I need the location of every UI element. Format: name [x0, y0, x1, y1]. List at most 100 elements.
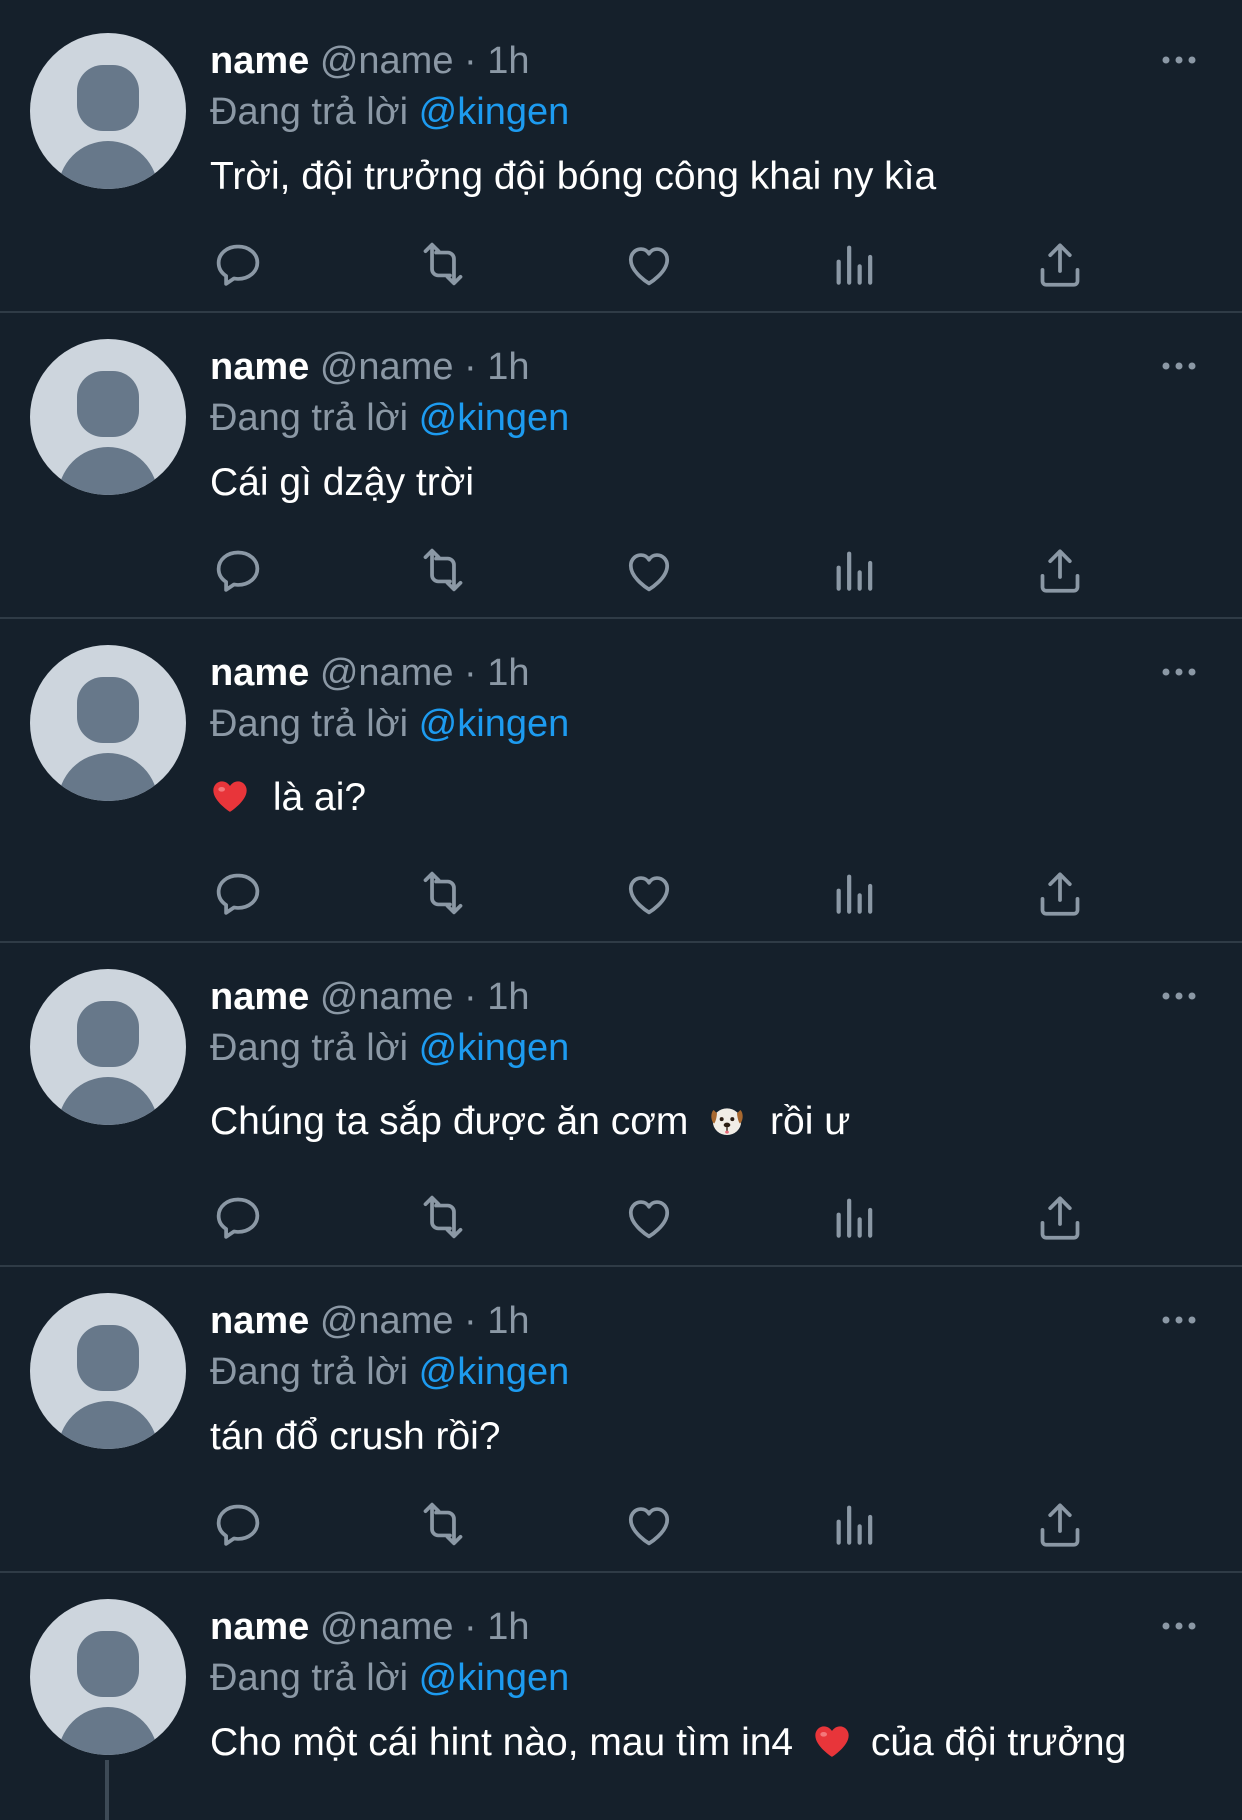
views-button[interactable]: [827, 865, 883, 921]
avatar[interactable]: [30, 33, 186, 189]
reply-icon: [210, 1189, 266, 1245]
share-button[interactable]: [1032, 1189, 1088, 1245]
like-button[interactable]: [621, 542, 677, 598]
username[interactable]: @name: [320, 1606, 454, 1648]
replying-to: Đang trả lời @kingen: [210, 89, 569, 135]
retweet-button[interactable]: [415, 236, 471, 292]
separator-dot: ·: [464, 652, 477, 694]
separator-dot: ·: [464, 40, 477, 82]
reply-text: Trời, đội trưởng đội bóng công khai ny k…: [210, 155, 937, 198]
reply-text-after-emoji: là ai?: [272, 776, 367, 819]
username[interactable]: @name: [320, 652, 454, 694]
retweet-button[interactable]: [415, 1496, 471, 1552]
avatar-head-shape: [77, 371, 139, 437]
views-icon: [827, 1496, 883, 1552]
share-button[interactable]: [1032, 236, 1088, 292]
more-icon[interactable]: [1160, 662, 1198, 682]
reply-header: name @name · 1h: [210, 344, 530, 390]
timestamp[interactable]: 1h: [487, 652, 529, 694]
avatar[interactable]: [30, 645, 186, 801]
display-name[interactable]: name: [210, 40, 309, 82]
separator-dot: ·: [464, 976, 477, 1018]
like-button[interactable]: [621, 1496, 677, 1552]
avatar-head-shape: [77, 1325, 139, 1391]
views-icon: [827, 865, 883, 921]
action-bar: [210, 236, 1110, 292]
like-button[interactable]: [621, 236, 677, 292]
like-icon: [621, 1496, 677, 1552]
reply-text-after-emoji: rồi ư: [770, 1100, 851, 1143]
timestamp[interactable]: 1h: [487, 40, 529, 82]
like-icon: [621, 542, 677, 598]
more-icon[interactable]: [1160, 1616, 1198, 1636]
avatar-head-shape: [77, 1001, 139, 1067]
reply-item[interactable]: name @name · 1h Đang trả lời @kingen Cái…: [0, 313, 1242, 619]
reply-item[interactable]: name @name · 1h Đang trả lời @kingen tán…: [0, 1267, 1242, 1573]
reply-button[interactable]: [210, 1496, 266, 1552]
retweet-icon: [415, 865, 471, 921]
reply-icon: [210, 1496, 266, 1552]
mention-link[interactable]: @kingen: [419, 703, 570, 745]
like-button[interactable]: [621, 865, 677, 921]
views-button[interactable]: [827, 1496, 883, 1552]
share-button[interactable]: [1032, 865, 1088, 921]
more-icon[interactable]: [1160, 1310, 1198, 1330]
mention-link[interactable]: @kingen: [419, 397, 570, 439]
mention-link[interactable]: @kingen: [419, 1657, 570, 1699]
display-name[interactable]: name: [210, 1300, 309, 1342]
retweet-button[interactable]: [415, 1189, 471, 1245]
retweet-icon: [415, 236, 471, 292]
timestamp[interactable]: 1h: [487, 346, 529, 388]
reply-item[interactable]: name @name · 1h Đang trả lời @kingen Chú…: [0, 943, 1242, 1267]
retweet-icon: [415, 1496, 471, 1552]
separator-dot: ·: [464, 1300, 477, 1342]
views-button[interactable]: [827, 1189, 883, 1245]
replying-label: Đang trả lời: [210, 91, 409, 133]
more-icon[interactable]: [1160, 986, 1198, 1006]
reply-item[interactable]: name @name · 1h Đang trả lời @kingen Cho…: [0, 1573, 1242, 1819]
reply-button[interactable]: [210, 1189, 266, 1245]
mention-link[interactable]: @kingen: [419, 1027, 570, 1069]
mention-link[interactable]: @kingen: [419, 91, 570, 133]
more-icon[interactable]: [1160, 356, 1198, 376]
retweet-icon: [415, 542, 471, 598]
like-button[interactable]: [621, 1189, 677, 1245]
avatar[interactable]: [30, 1293, 186, 1449]
reply-button[interactable]: [210, 542, 266, 598]
avatar[interactable]: [30, 339, 186, 495]
display-name[interactable]: name: [210, 1606, 309, 1648]
avatar-body-shape: [58, 1401, 158, 1449]
reply-button[interactable]: [210, 865, 266, 921]
reply-text: Chúng ta sắp được ăn cơm rồi ư: [210, 1098, 850, 1146]
retweet-button[interactable]: [415, 542, 471, 598]
share-button[interactable]: [1032, 542, 1088, 598]
display-name[interactable]: name: [210, 346, 309, 388]
more-icon[interactable]: [1160, 50, 1198, 70]
mention-link[interactable]: @kingen: [419, 1351, 570, 1393]
reply-item[interactable]: name @name · 1h Đang trả lời @kingen Trờ…: [0, 0, 1242, 313]
display-name[interactable]: name: [210, 976, 309, 1018]
share-button[interactable]: [1032, 1496, 1088, 1552]
reply-text: là ai?: [210, 774, 366, 822]
timestamp[interactable]: 1h: [487, 976, 529, 1018]
replying-to: Đang trả lời @kingen: [210, 395, 569, 441]
replying-to: Đang trả lời @kingen: [210, 701, 569, 747]
reply-text: tán đổ crush rồi?: [210, 1415, 501, 1458]
views-button[interactable]: [827, 542, 883, 598]
reply-item[interactable]: name @name · 1h Đang trả lời @kingen là …: [0, 619, 1242, 943]
display-name[interactable]: name: [210, 652, 309, 694]
avatar[interactable]: [30, 1599, 186, 1755]
username[interactable]: @name: [320, 346, 454, 388]
username[interactable]: @name: [320, 1300, 454, 1342]
username[interactable]: @name: [320, 40, 454, 82]
views-icon: [827, 1189, 883, 1245]
avatar[interactable]: [30, 969, 186, 1125]
timestamp[interactable]: 1h: [487, 1606, 529, 1648]
username[interactable]: @name: [320, 976, 454, 1018]
retweet-button[interactable]: [415, 865, 471, 921]
separator-dot: ·: [464, 346, 477, 388]
timestamp[interactable]: 1h: [487, 1300, 529, 1342]
reply-button[interactable]: [210, 236, 266, 292]
views-button[interactable]: [827, 236, 883, 292]
avatar-body-shape: [58, 1077, 158, 1125]
